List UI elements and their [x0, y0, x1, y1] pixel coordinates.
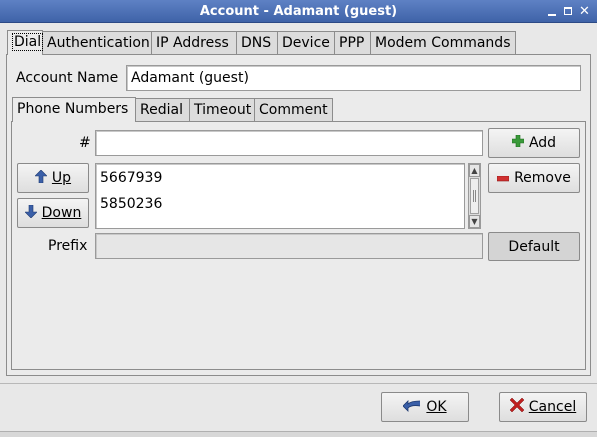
ok-button[interactable]: OK [381, 392, 469, 422]
subtab-timeout[interactable]: Timeout [189, 98, 255, 122]
x-icon [509, 397, 525, 416]
tab-authentication[interactable]: Authentication [42, 31, 152, 55]
up-button[interactable]: Up [17, 163, 89, 193]
cancel-button-label: Cancel [528, 399, 577, 415]
subtab-redial-label: Redial [140, 102, 183, 118]
add-button-label: Add [528, 135, 557, 151]
subtab-phone-numbers[interactable]: Phone Numbers [12, 97, 136, 122]
scroll-down-icon[interactable]: ▼ [469, 215, 480, 228]
cancel-button[interactable]: Cancel [499, 392, 587, 422]
subtab-timeout-label: Timeout [194, 102, 252, 118]
subtab-comment-label: Comment [259, 102, 328, 118]
arrow-down-icon [23, 204, 38, 222]
window-bottom-edge [0, 431, 597, 437]
number-input[interactable] [95, 130, 483, 156]
down-button[interactable]: Down [17, 198, 89, 228]
down-button-label: Down [41, 205, 82, 221]
maximize-icon[interactable] [561, 4, 576, 19]
check-icon [402, 398, 421, 416]
plus-icon [511, 134, 525, 151]
add-button[interactable]: Add [488, 128, 580, 158]
tab-modem-commands-label: Modem Commands [375, 35, 511, 51]
scroll-up-icon[interactable]: ▲ [469, 164, 480, 177]
window-title: Account - Adamant (guest) [199, 4, 398, 19]
tab-device[interactable]: Device [277, 31, 335, 55]
subtab-comment[interactable]: Comment [254, 98, 333, 122]
close-icon[interactable]: ✕ [577, 4, 592, 19]
ok-button-label: OK [426, 399, 447, 415]
tab-dial-label: Dial [12, 33, 44, 51]
minus-icon [496, 170, 510, 186]
list-scrollbar[interactable]: ▲ ▼ [468, 163, 481, 229]
minimize-icon[interactable] [545, 4, 560, 19]
tab-ppp-label: PPP [339, 35, 365, 51]
tab-device-label: Device [282, 35, 330, 51]
list-item[interactable]: 5667939 [100, 166, 162, 190]
default-button-label: Default [508, 238, 560, 255]
subtab-redial[interactable]: Redial [135, 98, 190, 122]
tab-dial[interactable]: Dial [7, 30, 44, 55]
tab-ppp[interactable]: PPP [334, 31, 371, 55]
up-button-label: Up [51, 170, 72, 186]
tab-modem-commands[interactable]: Modem Commands [370, 31, 516, 55]
tab-ip-address[interactable]: IP Address [151, 31, 237, 55]
phone-number-list[interactable]: 5667939 5850236 [95, 163, 465, 229]
prefix-label: Prefix [48, 238, 88, 254]
tab-authentication-label: Authentication [47, 35, 150, 51]
tab-ip-address-label: IP Address [156, 35, 229, 51]
footer-separator [0, 383, 597, 384]
prefix-input [95, 233, 483, 259]
list-item[interactable]: 5850236 [100, 192, 162, 216]
remove-button[interactable]: Remove [488, 163, 580, 193]
account-name-field[interactable]: Adamant (guest) [126, 65, 581, 91]
remove-button-label: Remove [514, 170, 571, 186]
arrow-up-icon [34, 169, 48, 187]
tab-dns[interactable]: DNS [236, 31, 278, 55]
subtab-phone-numbers-label: Phone Numbers [17, 101, 129, 117]
account-name-label: Account Name [16, 70, 119, 86]
number-label: # [79, 135, 91, 151]
scroll-thumb[interactable] [470, 178, 479, 214]
tab-dns-label: DNS [241, 35, 272, 51]
default-button[interactable]: Default [488, 232, 580, 261]
